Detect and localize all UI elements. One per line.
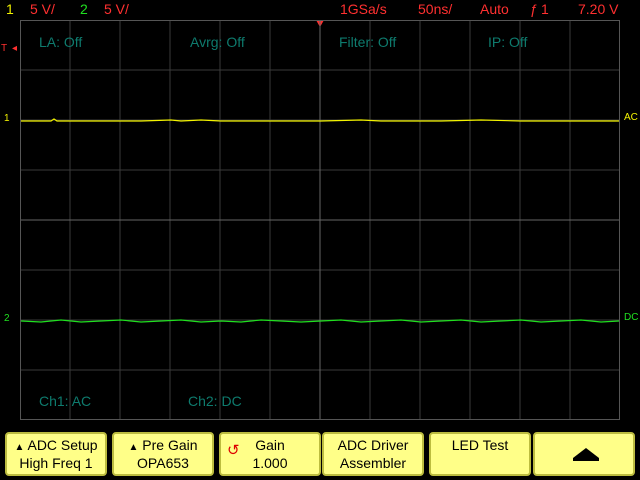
menu-up-softkey[interactable] (533, 432, 635, 476)
trigger-mode[interactable]: Auto (480, 1, 509, 17)
adc-driver-softkey[interactable]: ADC Driver Assembler (322, 432, 424, 476)
menu-up-arrow-bar (573, 458, 599, 461)
softkey-value: Assembler (339, 455, 407, 471)
ch1-coupling-label: Ch1: AC (39, 393, 92, 409)
ip-status: IP: Off (488, 34, 528, 50)
softkey-value: OPA653 (137, 455, 189, 471)
triangle-up-icon: ▲ (14, 442, 25, 453)
pre-gain-softkey[interactable]: ▲ Pre Gain OPA653 (112, 432, 214, 476)
ch2-index[interactable]: 2 (80, 1, 88, 17)
ch1-scale[interactable]: 5 V/ (30, 1, 55, 17)
ch2-right-marker: DC (624, 312, 639, 323)
softkey-value: High Freq 1 (19, 455, 93, 471)
trigger-arrow-icon: ◂ (12, 43, 18, 54)
trigger-level[interactable]: 7.20 V (578, 1, 618, 17)
trigger-source[interactable]: 1 (541, 1, 549, 17)
softkey-value: 1.000 (252, 455, 288, 471)
ch1-trace (21, 118, 619, 122)
timebase[interactable]: 50ns/ (418, 1, 452, 17)
ch1-marker[interactable]: 1 (4, 113, 10, 124)
sample-rate: 1GSa/s (340, 1, 387, 17)
softkey-label: Pre Gain (142, 437, 198, 453)
softkey-label: Gain (255, 437, 285, 453)
ch1-index[interactable]: 1 (6, 1, 14, 17)
gain-softkey[interactable]: ↺ Gain 1.000 (219, 432, 321, 476)
ch1-right-marker: AC (624, 112, 638, 123)
led-test-softkey[interactable]: LED Test (429, 432, 531, 476)
la-status: LA: Off (39, 34, 83, 50)
softkey-label: LED Test (451, 437, 509, 453)
menu-up-arrow-icon (573, 448, 599, 458)
filter-status: Filter: Off (339, 34, 397, 50)
avrg-status: Avrg: Off (190, 34, 245, 50)
ch2-marker[interactable]: 2 (4, 313, 10, 324)
softkey-label: ADC Setup (27, 437, 98, 453)
triangle-up-icon: ▲ (128, 442, 139, 453)
trigger-edge-icon: ƒ (530, 1, 538, 17)
ch2-trace (21, 319, 619, 323)
ch2-coupling-label: Ch2: DC (188, 393, 242, 409)
ch2-scale[interactable]: 5 V/ (104, 1, 129, 17)
adc-setup-softkey[interactable]: ▲ ADC Setup High Freq 1 (5, 432, 107, 476)
trigger-marker[interactable]: T (1, 43, 7, 54)
status-bar: 1 5 V/ 2 5 V/ 1GSa/s 50ns/ Auto ƒ 1 7.20… (0, 0, 640, 18)
waveform-traces (21, 118, 619, 323)
waveform-display[interactable] (20, 20, 620, 420)
softkey-label: ADC Driver (337, 437, 409, 453)
